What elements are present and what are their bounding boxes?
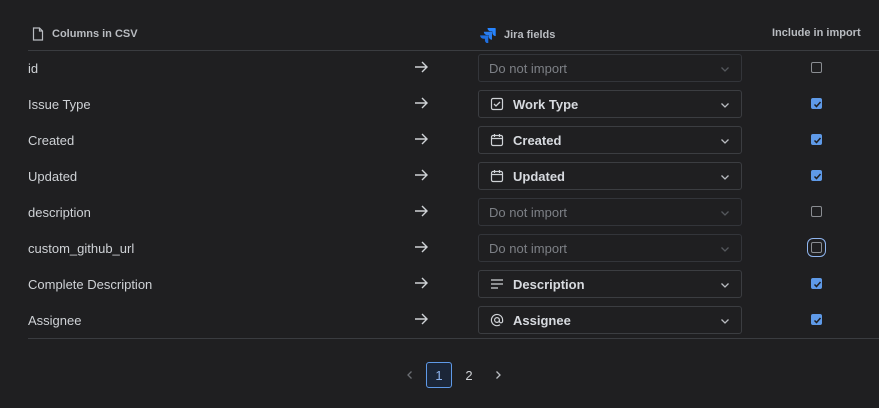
table-row: Assignee Assignee	[0, 302, 879, 338]
jira-field-value: Do not import	[489, 240, 568, 256]
column-header-csv: Columns in CSV	[32, 27, 138, 41]
jira-field-select[interactable]: Assignee	[478, 306, 742, 334]
chevron-down-icon	[721, 175, 729, 180]
table-row: Complete Description Description	[0, 266, 879, 302]
table-row: custom_github_url Do not import	[0, 230, 879, 266]
jira-field-select[interactable]: Description	[478, 270, 742, 298]
table-header: Columns in CSV Jira fields Include in im…	[28, 18, 879, 51]
csv-column-name: Assignee	[28, 313, 82, 328]
csv-column-name: Created	[28, 133, 75, 148]
jira-logo-icon	[480, 28, 496, 43]
csv-column-name: description	[28, 205, 91, 220]
jira-field-value: Created	[513, 132, 562, 148]
table-row: id Do not import	[0, 50, 879, 86]
jira-field-value: Do not import	[489, 60, 568, 76]
checkmark-icon	[813, 101, 822, 108]
chevron-right-icon	[496, 371, 501, 379]
lines-icon	[489, 276, 505, 292]
include-checkbox[interactable]	[811, 278, 822, 289]
include-checkbox[interactable]	[811, 134, 822, 145]
checkmark-icon	[813, 137, 822, 144]
chevron-down-icon	[721, 319, 729, 324]
checkmark-icon	[813, 281, 822, 288]
at-icon	[489, 312, 505, 328]
table-bottom-divider	[28, 338, 879, 339]
chevron-down-icon	[721, 67, 729, 72]
jira-field-value: Do not import	[489, 204, 568, 220]
chevron-down-icon	[721, 283, 729, 288]
page-2-button[interactable]: 2	[456, 362, 482, 388]
arrow-right-icon	[415, 133, 428, 145]
arrow-right-icon	[415, 61, 428, 73]
include-checkbox[interactable]	[811, 206, 822, 217]
page-1-button[interactable]: 1	[426, 362, 452, 388]
column-header-csv-label: Columns in CSV	[52, 28, 138, 40]
arrow-right-icon	[415, 97, 428, 109]
include-checkbox[interactable]	[807, 238, 826, 257]
next-page-button[interactable]	[486, 362, 510, 388]
jira-field-select[interactable]: Do not import	[478, 54, 742, 82]
jira-field-select[interactable]: Do not import	[478, 198, 742, 226]
jira-field-select[interactable]: Do not import	[478, 234, 742, 262]
pagination: 1 2	[398, 361, 510, 389]
arrow-right-icon	[415, 313, 428, 325]
csv-column-name: Updated	[28, 169, 78, 184]
jira-field-value: Assignee	[513, 312, 571, 328]
column-header-include-label: Include in import	[772, 27, 861, 39]
jira-field-select[interactable]: Updated	[478, 162, 742, 190]
column-header-include: Include in import	[772, 27, 861, 39]
previous-page-button[interactable]	[398, 362, 422, 388]
calendar-icon	[489, 168, 505, 184]
calendar-icon	[489, 132, 505, 148]
chevron-left-icon	[407, 371, 412, 379]
include-checkbox[interactable]	[811, 62, 822, 73]
checkbox-icon	[489, 96, 505, 112]
table-row: description Do not import	[0, 194, 879, 230]
jira-field-select[interactable]: Created	[478, 126, 742, 154]
chevron-down-icon	[721, 247, 729, 252]
include-checkbox[interactable]	[811, 314, 822, 325]
include-checkbox[interactable]	[811, 170, 822, 181]
chevron-down-icon	[721, 139, 729, 144]
csv-column-name: custom_github_url	[28, 241, 135, 256]
column-header-jira: Jira fields	[480, 27, 555, 43]
table-row: Created Created	[0, 122, 879, 158]
jira-field-value: Updated	[513, 168, 565, 184]
chevron-down-icon	[721, 103, 729, 108]
csv-column-name: Complete Description	[28, 277, 153, 292]
checkmark-icon	[813, 317, 822, 324]
table-row: Updated Updated	[0, 158, 879, 194]
checkmark-icon	[813, 173, 822, 180]
chevron-down-icon	[721, 211, 729, 216]
arrow-right-icon	[415, 205, 428, 217]
csv-column-name: id	[28, 61, 39, 76]
csv-column-name: Issue Type	[28, 97, 91, 112]
file-icon	[32, 27, 44, 41]
jira-field-value: Description	[513, 276, 585, 292]
arrow-right-icon	[415, 241, 428, 253]
column-header-jira-label: Jira fields	[504, 29, 556, 41]
jira-field-value: Work Type	[513, 96, 579, 112]
include-checkbox[interactable]	[811, 98, 822, 109]
jira-field-select[interactable]: Work Type	[478, 90, 742, 118]
arrow-right-icon	[415, 169, 428, 181]
arrow-right-icon	[415, 277, 428, 289]
table-row: Issue Type Work Type	[0, 86, 879, 122]
